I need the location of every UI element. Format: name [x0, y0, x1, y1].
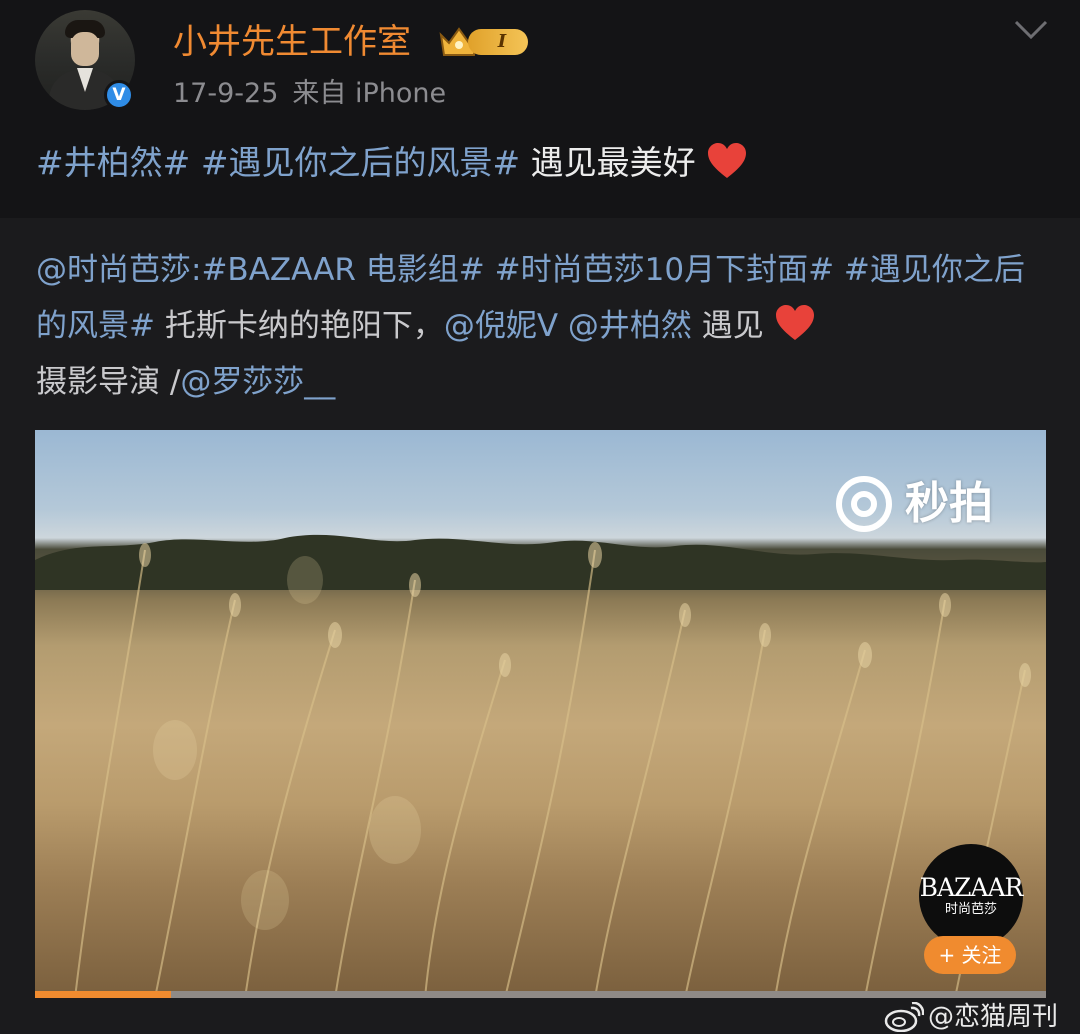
repost-plain-text: 摄影导演 /: [36, 364, 181, 400]
channel-logo-sub: 时尚芭莎: [944, 902, 997, 917]
repost-plain-text: 托斯卡纳的艳阳下，: [164, 308, 444, 344]
mention-link[interactable]: @时尚芭莎: [36, 252, 191, 288]
watermark-text: @恋猫周刊: [928, 1002, 1059, 1032]
post-source: 来自 iPhone: [292, 78, 447, 109]
miaopai-label: 秒拍: [905, 478, 993, 529]
vip-level: I: [468, 29, 528, 55]
verified-badge: V: [104, 80, 134, 110]
post-meta: 17-9-25 来自 iPhone: [173, 76, 446, 112]
post-plain-text: 遇见最美好: [530, 143, 696, 182]
mention-link[interactable]: @倪妮Ⅴ: [444, 308, 558, 344]
topic-link[interactable]: #BAZAAR 电影组#: [201, 252, 484, 288]
post-date: 17-9-25: [173, 78, 279, 109]
miaopai-icon: [836, 476, 892, 532]
topic-link[interactable]: #时尚芭莎10月下封面#: [495, 252, 834, 288]
video-player[interactable]: 秒拍 BAZAAR 时尚芭莎 + 关注: [35, 430, 1046, 998]
channel-logo-word: BAZAAR: [919, 873, 1024, 902]
post-text: #井柏然# #遇见你之后的风景# 遇见最美好: [36, 139, 748, 187]
chevron-down-icon[interactable]: [1014, 20, 1048, 40]
follow-button[interactable]: + 关注: [924, 936, 1016, 974]
repost-plain-text: 遇见: [701, 308, 764, 344]
video-progress-bar[interactable]: [35, 991, 1046, 998]
mention-link[interactable]: @井柏然: [568, 308, 692, 344]
topic-link[interactable]: #遇见你之后的风景#: [201, 143, 520, 182]
mention-link[interactable]: @罗莎莎__: [180, 364, 335, 400]
heart-icon: [708, 143, 747, 178]
topic-link[interactable]: #井柏然#: [36, 143, 190, 182]
colon: :: [191, 252, 202, 288]
heart-icon: [775, 305, 814, 340]
weibo-icon: [884, 1002, 924, 1032]
video-progress-fill: [35, 991, 172, 998]
channel-logo[interactable]: BAZAAR 时尚芭莎: [919, 844, 1023, 948]
post-header: V 小井先生工作室 I 17-9-25 来自 iPhone #井柏然# #遇见你之…: [0, 0, 1080, 218]
miaopai-logo: 秒拍: [835, 475, 1015, 535]
repost-text: @时尚芭莎:#BAZAAR 电影组# #时尚芭莎10月下封面# #遇见你之后的风…: [36, 242, 1046, 410]
username[interactable]: 小井先生工作室: [173, 20, 411, 64]
vip-badge[interactable]: I: [438, 23, 530, 61]
